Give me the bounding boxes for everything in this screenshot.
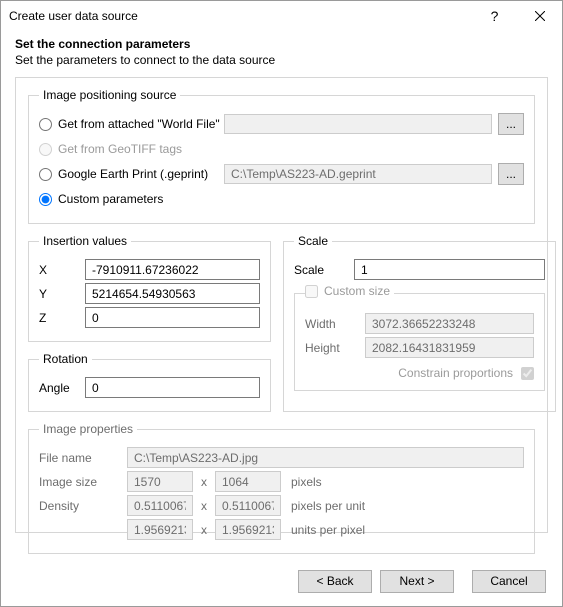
cancel-button[interactable]: Cancel <box>472 570 546 593</box>
back-button[interactable]: < Back <box>298 570 372 593</box>
dialog-window: Create user data source ? Set the connec… <box>0 0 563 607</box>
wizard-header: Set the connection parameters Set the pa… <box>1 31 562 77</box>
world-file-radio[interactable] <box>39 118 52 131</box>
world-file-radio-label[interactable]: Get from attached "World File" <box>39 117 214 131</box>
left-column: Insertion values X Y Z <box>28 234 271 422</box>
window-title: Create user data source <box>9 9 472 23</box>
ellipsis-icon: ... <box>506 117 516 131</box>
geprint-radio[interactable] <box>39 168 52 181</box>
footer: < Back Next > Cancel <box>1 556 562 606</box>
units-x-input <box>127 519 193 540</box>
angle-input[interactable] <box>85 377 260 398</box>
constrain-row: Constrain proportions <box>305 366 534 380</box>
angle-label: Angle <box>39 381 85 395</box>
insertion-group: Insertion values X Y Z <box>28 234 271 342</box>
custom-size-checkbox <box>305 285 318 298</box>
image-height-input <box>215 471 281 492</box>
image-properties-group: Image properties File name Image size x … <box>28 422 535 554</box>
geprint-label-text: Google Earth Print (.geprint) <box>58 167 208 181</box>
scale-input[interactable] <box>354 259 545 280</box>
custom-size-legend: Custom size <box>305 284 394 302</box>
custom-size-label-text: Custom size <box>324 284 390 298</box>
upp-unit: units per pixel <box>281 523 365 537</box>
constrain-checkbox <box>521 367 534 380</box>
custom-row: Custom parameters <box>39 188 524 210</box>
positioning-group: Image positioning source Get from attach… <box>28 88 535 224</box>
width-input <box>365 313 534 334</box>
geprint-browse-button[interactable]: ... <box>498 163 524 185</box>
image-width-input <box>127 471 193 492</box>
positioning-legend: Image positioning source <box>39 88 180 102</box>
right-column: Scale Scale Custom size <box>283 234 535 422</box>
density-x-input <box>127 495 193 516</box>
y-input[interactable] <box>85 283 260 304</box>
props-legend: Image properties <box>39 422 137 436</box>
geprint-radio-label[interactable]: Google Earth Print (.geprint) <box>39 167 214 181</box>
content-panel: Image positioning source Get from attach… <box>15 77 548 533</box>
scale-legend: Scale <box>294 234 332 248</box>
ppu-unit: pixels per unit <box>281 499 365 513</box>
x-label: X <box>39 263 85 277</box>
pixels-unit: pixels <box>281 475 322 489</box>
file-name-label: File name <box>39 451 127 465</box>
file-name-input <box>127 447 524 468</box>
x-input[interactable] <box>85 259 260 280</box>
close-button[interactable] <box>517 1 562 31</box>
custom-radio[interactable] <box>39 193 52 206</box>
height-input <box>365 337 534 358</box>
x-separator: x <box>193 523 215 537</box>
titlebar: Create user data source ? <box>1 1 562 31</box>
ellipsis-icon: ... <box>506 167 516 181</box>
rotation-legend: Rotation <box>39 352 92 366</box>
columns: Insertion values X Y Z <box>28 234 535 422</box>
world-file-label-text: Get from attached "World File" <box>58 117 220 131</box>
z-label: Z <box>39 311 85 325</box>
world-file-row: Get from attached "World File" ... <box>39 113 524 135</box>
page-title: Set the connection parameters <box>15 37 548 51</box>
world-file-browse-button[interactable]: ... <box>498 113 524 135</box>
geotiff-radio <box>39 143 52 156</box>
geotiff-label-text: Get from GeoTIFF tags <box>58 142 182 156</box>
geprint-path-input <box>224 164 492 184</box>
insertion-legend: Insertion values <box>39 234 131 248</box>
geotiff-radio-label: Get from GeoTIFF tags <box>39 142 214 156</box>
x-separator: x <box>193 475 215 489</box>
image-size-label: Image size <box>39 475 127 489</box>
custom-size-group: Custom size Width Height <box>294 284 545 391</box>
next-button[interactable]: Next > <box>380 570 454 593</box>
x-separator: x <box>193 499 215 513</box>
rotation-group: Rotation Angle <box>28 352 271 412</box>
units-y-input <box>215 519 281 540</box>
close-icon <box>535 11 545 21</box>
scale-label: Scale <box>294 263 354 277</box>
geotiff-row: Get from GeoTIFF tags <box>39 138 524 160</box>
content-area: Image positioning source Get from attach… <box>1 77 562 556</box>
scale-group: Scale Scale Custom size <box>283 234 556 412</box>
height-label: Height <box>305 341 365 355</box>
density-y-input <box>215 495 281 516</box>
custom-label-text: Custom parameters <box>58 192 163 206</box>
density-label: Density <box>39 499 127 513</box>
y-label: Y <box>39 287 85 301</box>
z-input[interactable] <box>85 307 260 328</box>
world-file-path-input <box>224 114 492 134</box>
constrain-label: Constrain proportions <box>398 366 513 380</box>
page-subtitle: Set the parameters to connect to the dat… <box>15 53 548 67</box>
geprint-row: Google Earth Print (.geprint) ... <box>39 163 524 185</box>
custom-radio-label[interactable]: Custom parameters <box>39 192 214 206</box>
help-button[interactable]: ? <box>472 1 517 31</box>
width-label: Width <box>305 317 365 331</box>
